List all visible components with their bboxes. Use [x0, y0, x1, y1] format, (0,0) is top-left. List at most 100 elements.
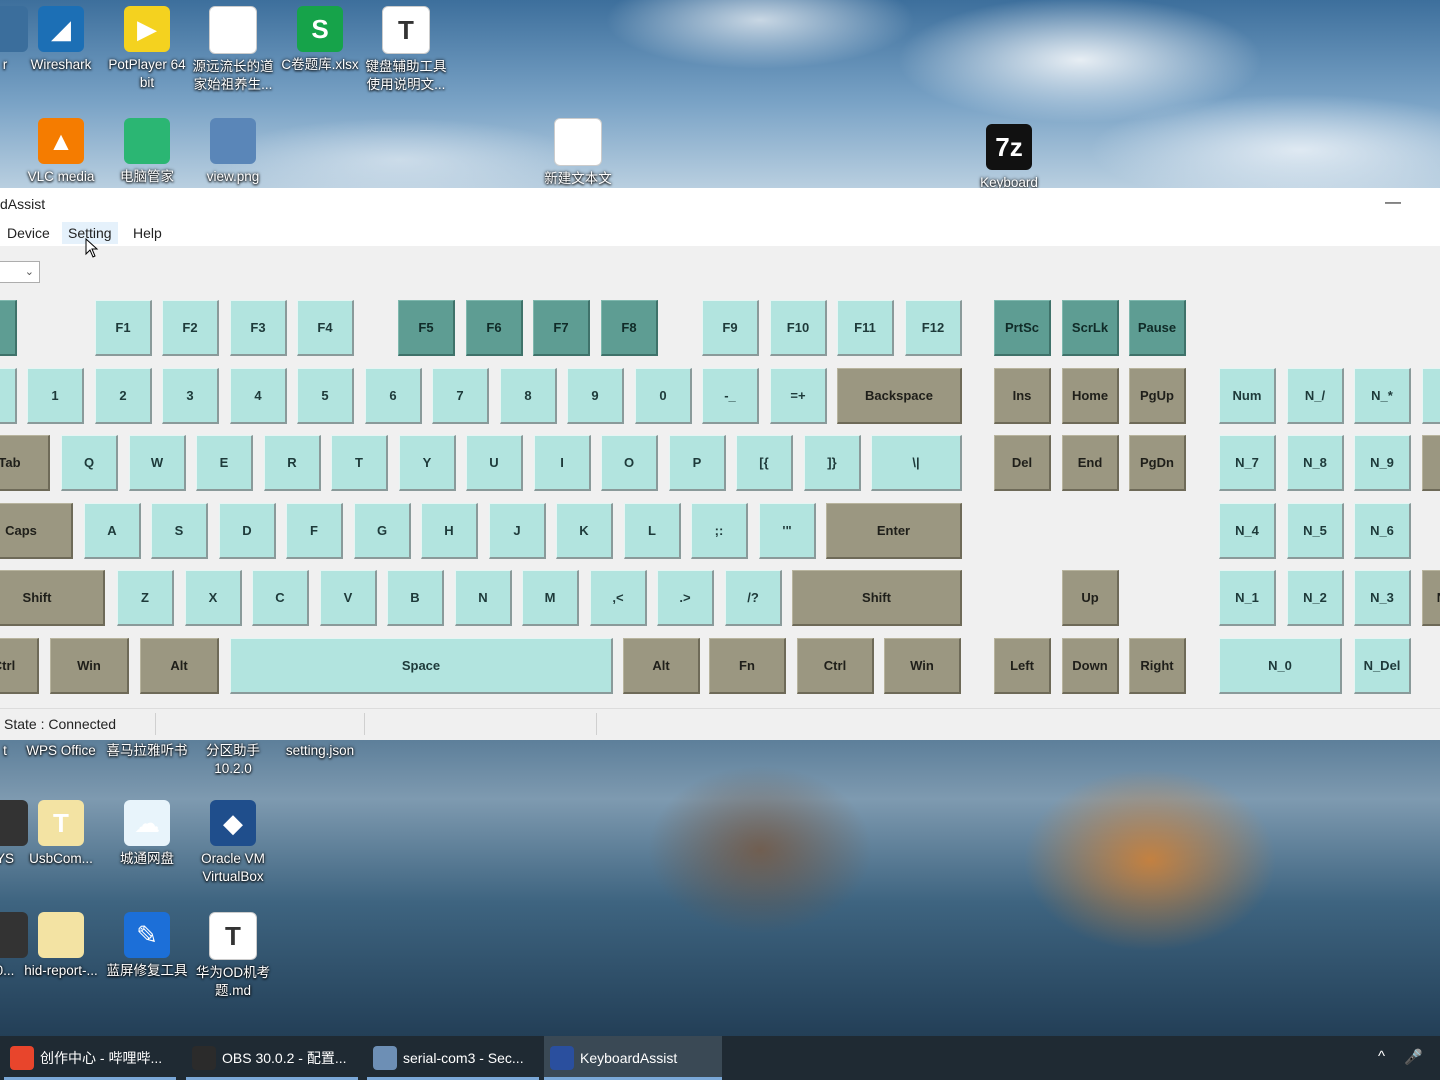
- key-2[interactable]: 2: [95, 368, 152, 424]
- key-q[interactable]: Q: [61, 435, 118, 491]
- key-n-3[interactable]: N_3: [1354, 570, 1411, 626]
- key-e[interactable]: E: [196, 435, 253, 491]
- key-w[interactable]: W: [129, 435, 186, 491]
- key-f8[interactable]: F8: [601, 300, 658, 356]
- desktop-icon[interactable]: 源远流长的道 家始祖养生...: [188, 6, 278, 94]
- key-f11[interactable]: F11: [837, 300, 894, 356]
- key-a[interactable]: A: [84, 503, 141, 559]
- desktop-icon[interactable]: ◆ Oracle VM VirtualBox: [188, 800, 278, 886]
- key-symbol[interactable]: /?: [725, 570, 782, 626]
- key-blank[interactable]: [1422, 435, 1440, 491]
- key-k[interactable]: K: [556, 503, 613, 559]
- key-8[interactable]: 8: [500, 368, 557, 424]
- key-pgup[interactable]: PgUp: [1129, 368, 1186, 424]
- key-p[interactable]: P: [669, 435, 726, 491]
- desktop-icon[interactable]: 分区助手 10.2.0: [188, 742, 278, 778]
- key-n-5[interactable]: N_5: [1287, 503, 1344, 559]
- key-r[interactable]: R: [264, 435, 321, 491]
- key-del[interactable]: Del: [994, 435, 1051, 491]
- key-n-1[interactable]: N_1: [1219, 570, 1276, 626]
- key-j[interactable]: J: [489, 503, 546, 559]
- key-f12[interactable]: F12: [905, 300, 962, 356]
- key-ctrl[interactable]: Ctrl: [0, 638, 39, 694]
- key-4[interactable]: 4: [230, 368, 287, 424]
- key-t[interactable]: T: [331, 435, 388, 491]
- key-space[interactable]: Space: [230, 638, 613, 694]
- key-n-6[interactable]: N_6: [1354, 503, 1411, 559]
- key-n[interactable]: N: [455, 570, 512, 626]
- key-f5[interactable]: F5: [398, 300, 455, 356]
- desktop-icon[interactable]: ▶ PotPlayer 64 bit: [102, 6, 192, 92]
- key-alt[interactable]: Alt: [623, 638, 700, 694]
- key-f10[interactable]: F10: [770, 300, 827, 356]
- microphone-icon[interactable]: 🎤: [1404, 1048, 1423, 1066]
- key-g[interactable]: G: [354, 503, 411, 559]
- key-n-4[interactable]: N_4: [1219, 503, 1276, 559]
- desktop-icon[interactable]: ▲ VLC media: [16, 118, 106, 186]
- key-caps[interactable]: Caps: [0, 503, 73, 559]
- key-ctrl[interactable]: Ctrl: [797, 638, 874, 694]
- key-scrlk[interactable]: ScrLk: [1062, 300, 1119, 356]
- key-symbol[interactable]: .>: [657, 570, 714, 626]
- desktop-icon[interactable]: hid-report-...: [16, 912, 106, 980]
- desktop-icon[interactable]: 新建文本文: [533, 118, 623, 188]
- key-x[interactable]: X: [185, 570, 242, 626]
- tray-overflow-icon[interactable]: ^: [1378, 1048, 1385, 1065]
- key-left[interactable]: Left: [994, 638, 1051, 694]
- key-b[interactable]: B: [387, 570, 444, 626]
- key-m[interactable]: M: [522, 570, 579, 626]
- key-5[interactable]: 5: [297, 368, 354, 424]
- key-symbol[interactable]: \|: [871, 435, 962, 491]
- key-n[interactable]: N_*: [1354, 368, 1411, 424]
- key-0[interactable]: 0: [635, 368, 692, 424]
- key-s[interactable]: S: [151, 503, 208, 559]
- key-n-del[interactable]: N_Del: [1354, 638, 1411, 694]
- key-blank[interactable]: [0, 300, 17, 356]
- key-h[interactable]: H: [421, 503, 478, 559]
- key-pgdn[interactable]: PgDn: [1129, 435, 1186, 491]
- taskbar-item[interactable]: 创作中心 - 哔哩哔...: [4, 1036, 176, 1080]
- key-n-2[interactable]: N_2: [1287, 570, 1344, 626]
- key-blank[interactable]: [0, 368, 17, 424]
- desktop-icon[interactable]: setting.json: [275, 742, 365, 760]
- key-backspace[interactable]: Backspace: [837, 368, 962, 424]
- minimize-button[interactable]: —: [1370, 190, 1416, 218]
- key-n[interactable]: N: [1422, 570, 1440, 626]
- key-symbol[interactable]: =+: [770, 368, 827, 424]
- key-blank[interactable]: [1422, 368, 1440, 424]
- key-alt[interactable]: Alt: [140, 638, 219, 694]
- taskbar-item[interactable]: KeyboardAssist: [544, 1036, 722, 1080]
- device-select[interactable]: ⌄: [0, 261, 40, 283]
- key-win[interactable]: Win: [884, 638, 961, 694]
- desktop-icon[interactable]: T 键盘辅助工具 使用说明文...: [361, 6, 451, 94]
- key-end[interactable]: End: [1062, 435, 1119, 491]
- key-f6[interactable]: F6: [466, 300, 523, 356]
- key-3[interactable]: 3: [162, 368, 219, 424]
- desktop-icon[interactable]: T 华为OD机考 题.md: [188, 912, 278, 1000]
- key-win[interactable]: Win: [50, 638, 129, 694]
- key-d[interactable]: D: [219, 503, 276, 559]
- key-f9[interactable]: F9: [702, 300, 759, 356]
- key-shift[interactable]: Shift: [792, 570, 962, 626]
- taskbar-item[interactable]: serial-com3 - Sec...: [367, 1036, 539, 1080]
- key-i[interactable]: I: [534, 435, 591, 491]
- key-symbol[interactable]: [{: [736, 435, 793, 491]
- key-prtsc[interactable]: PrtSc: [994, 300, 1051, 356]
- key-right[interactable]: Right: [1129, 638, 1186, 694]
- key-f1[interactable]: F1: [95, 300, 152, 356]
- key-symbol[interactable]: ]}: [804, 435, 861, 491]
- key-7[interactable]: 7: [432, 368, 489, 424]
- desktop-icon[interactable]: ✎ 蓝屏修复工具: [102, 912, 192, 980]
- desktop-icon[interactable]: 电脑管家: [102, 118, 192, 186]
- key-y[interactable]: Y: [399, 435, 456, 491]
- key-symbol[interactable]: ;:: [691, 503, 748, 559]
- key-u[interactable]: U: [466, 435, 523, 491]
- key-z[interactable]: Z: [117, 570, 174, 626]
- key-9[interactable]: 9: [567, 368, 624, 424]
- key-f2[interactable]: F2: [162, 300, 219, 356]
- key-home[interactable]: Home: [1062, 368, 1119, 424]
- key-f[interactable]: F: [286, 503, 343, 559]
- key-symbol[interactable]: -_: [702, 368, 759, 424]
- desktop-icon[interactable]: WPS Office: [16, 742, 106, 760]
- key-fn[interactable]: Fn: [709, 638, 786, 694]
